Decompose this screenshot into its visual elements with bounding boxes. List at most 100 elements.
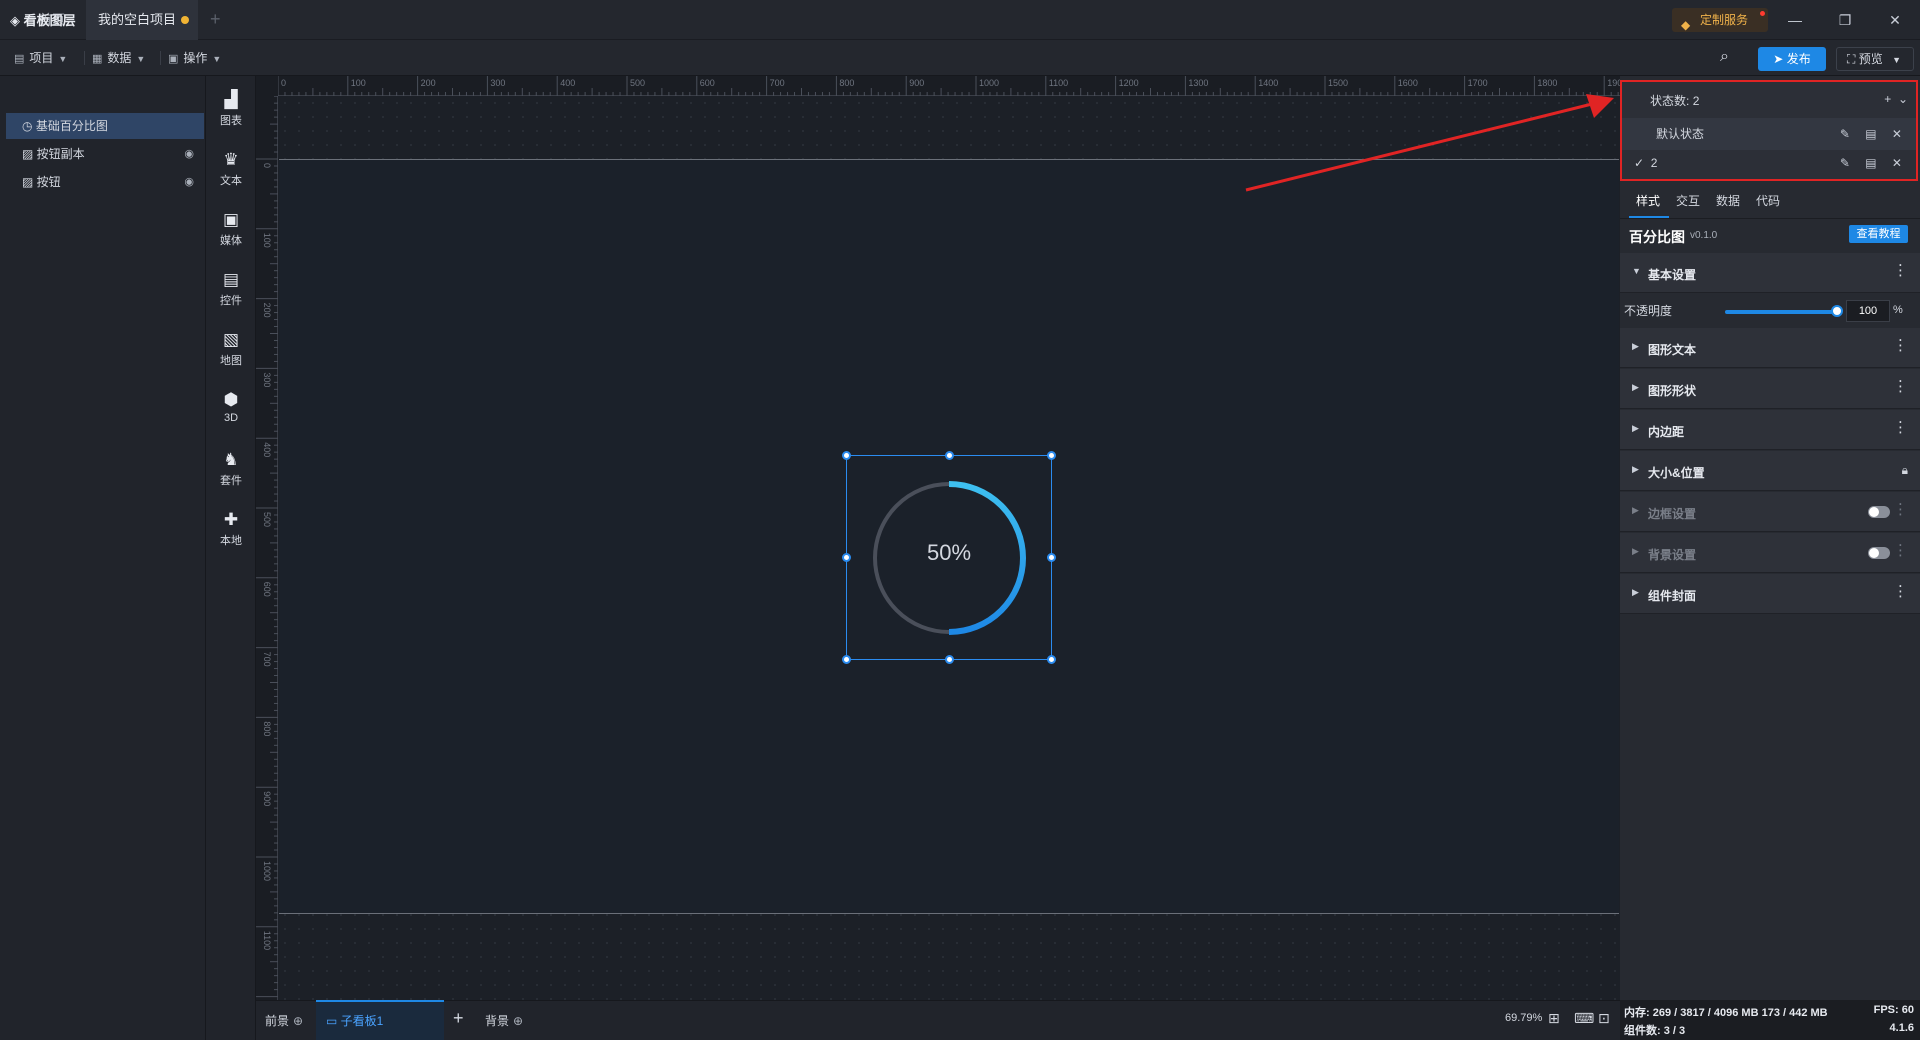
section-size-position[interactable]: ▶ 大小&位置 🔒︎ xyxy=(1620,451,1920,491)
add-board-icon[interactable]: + xyxy=(453,1008,464,1029)
state-row-2[interactable]: ✓ 2 ✎ ▤ ✕ xyxy=(1622,156,1916,170)
menu-operation[interactable]: ▣ 操作 ▼ xyxy=(168,48,221,68)
tab-data[interactable]: 数据 xyxy=(1716,192,1740,209)
fps-label: FPS: xyxy=(1873,1004,1899,1016)
section-padding[interactable]: ▶ 内边距 ⋮ xyxy=(1620,410,1920,450)
opacity-slider-handle[interactable] xyxy=(1831,305,1843,317)
section-background[interactable]: ▶ 背景设置 ⋮ xyxy=(1620,533,1920,573)
cube-icon: ⬢ xyxy=(223,390,239,409)
tutorial-button[interactable]: 查看教程 xyxy=(1849,225,1908,243)
publish-label: 发布 xyxy=(1786,52,1811,66)
caret-right-icon: ▶ xyxy=(1632,464,1639,474)
search-icon[interactable]: ⌕ xyxy=(1720,48,1729,66)
border-toggle[interactable] xyxy=(1868,506,1890,518)
component-chart[interactable]: ▟ 图表 xyxy=(206,88,256,134)
more-icon[interactable]: ⋮ xyxy=(1893,543,1908,558)
tab-background[interactable]: 背景 ⊕ xyxy=(485,1012,523,1029)
section-border[interactable]: ▶ 边框设置 ⋮ xyxy=(1620,492,1920,532)
ruler-label: 100 xyxy=(262,233,272,248)
opacity-input[interactable]: 100 xyxy=(1846,300,1890,322)
fps-status: FPS: 60 xyxy=(1874,1004,1914,1016)
more-icon[interactable]: ⋮ xyxy=(1893,338,1908,353)
component-3d[interactable]: ⬢ 3D xyxy=(206,388,256,434)
ruler-label: 1100 xyxy=(1049,78,1068,88)
layer-label: 按钮副本 xyxy=(36,147,85,161)
add-tab-icon[interactable]: + xyxy=(210,9,221,30)
ruler-label: 1900 xyxy=(1607,78,1620,88)
more-icon[interactable]: ⋮ xyxy=(1893,420,1908,435)
lock-icon[interactable]: 🔒︎ xyxy=(1902,463,1908,478)
state-actions-icon[interactable]: ✎ ▤ ✕ xyxy=(1840,156,1908,170)
puzzle-icon: ✚ xyxy=(223,510,239,529)
component-text[interactable]: ♛ 文本 xyxy=(206,148,256,194)
terminal-icon[interactable]: ⊡ xyxy=(1598,1010,1610,1027)
add-state-icon[interactable]: + ⌄ xyxy=(1884,92,1908,106)
background-toggle[interactable] xyxy=(1868,547,1890,559)
ruler-label: 800 xyxy=(839,78,854,88)
zoom-level[interactable]: 69.79% xyxy=(1505,1012,1542,1024)
ruler-label: 800 xyxy=(262,721,272,736)
opacity-slider[interactable] xyxy=(1725,310,1837,314)
map-icon: ▧ xyxy=(222,330,240,349)
component-local[interactable]: ✚ 本地 xyxy=(206,508,256,554)
more-icon[interactable]: ⋮ xyxy=(1893,502,1908,517)
divider xyxy=(160,51,161,65)
keyboard-icon[interactable]: ⌨ xyxy=(1574,1010,1594,1027)
component-media[interactable]: ▣ 媒体 xyxy=(206,208,256,254)
restore-icon[interactable]: ❐ xyxy=(1835,10,1855,30)
more-icon[interactable]: ⋮ xyxy=(1893,584,1908,599)
tab-foreground[interactable]: 前景 ⊕ xyxy=(265,1012,303,1029)
section-cover[interactable]: ▶ 组件封面 ⋮ xyxy=(1620,574,1920,614)
minimize-icon[interactable]: — xyxy=(1785,10,1805,30)
caret-right-icon: ▶ xyxy=(1632,382,1639,392)
media-icon: ▣ xyxy=(222,210,240,229)
count-value: 3 / 3 xyxy=(1663,1025,1686,1037)
menu-data[interactable]: ▦ 数据 ▼ xyxy=(92,48,145,68)
ruler-label: 1600 xyxy=(1398,78,1418,88)
add-circle-icon[interactable]: ⊕ xyxy=(293,1014,303,1028)
layer-label: 按钮 xyxy=(36,175,61,189)
section-label: 大小&位置 xyxy=(1648,466,1705,480)
section-graphic-text[interactable]: ▶ 图形文本 ⋮ xyxy=(1620,328,1920,368)
tab-sub-board[interactable]: ▭ 子看板1 xyxy=(316,1000,444,1040)
tab-style[interactable]: 样式 xyxy=(1636,192,1660,209)
tab-code[interactable]: 代码 xyxy=(1756,192,1780,209)
ruler-label: 1800 xyxy=(1537,78,1557,88)
gauge-value: 50% xyxy=(926,540,972,565)
more-icon[interactable]: ⋮ xyxy=(1893,379,1908,394)
custom-service-button[interactable]: ◆ 定制服务 xyxy=(1672,8,1768,32)
bar-chart-icon: ▟ xyxy=(224,90,238,109)
component-label: 3D xyxy=(223,412,239,424)
menu-project[interactable]: ▤ 项目 ▼ xyxy=(14,48,67,68)
state-actions-icon[interactable]: ✎ ▤ ✕ xyxy=(1840,118,1908,150)
component-map[interactable]: ▧ 地图 xyxy=(206,328,256,374)
app-version: 4.1.6 xyxy=(1889,1022,1914,1034)
ruler-corner xyxy=(256,76,278,96)
eye-hidden-icon[interactable]: ◉ xyxy=(184,141,194,167)
close-window-icon[interactable]: ✕ xyxy=(1885,10,1905,30)
state-panel: 状态数: 2 + ⌄ 默认状态 ✎ ▤ ✕ ✓ 2 ✎ ▤ ✕ xyxy=(1620,80,1918,181)
layer-item[interactable]: ▨ 按钮 ◉ xyxy=(6,169,204,195)
state-row-default[interactable]: 默认状态 ✎ ▤ ✕ xyxy=(1622,118,1916,150)
tab-interaction[interactable]: 交互 xyxy=(1676,192,1700,209)
layer-item[interactable]: ▨ 按钮副本 ◉ xyxy=(6,141,204,167)
component-control[interactable]: ▤ 控件 xyxy=(206,268,256,314)
caret-right-icon: ▶ xyxy=(1632,341,1639,351)
section-basic[interactable]: ▼ 基本设置 ⋮ xyxy=(1620,253,1920,293)
preview-label: 预览 xyxy=(1858,52,1883,66)
fit-screen-icon[interactable]: ⊞ xyxy=(1548,1010,1560,1027)
memory-value: 269 / 3817 / 4096 MB 173 / 442 MB xyxy=(1652,1007,1828,1019)
divider xyxy=(84,51,85,65)
preview-button[interactable]: ⛶ 预览 ▼ xyxy=(1836,47,1914,71)
database-icon: ▦ xyxy=(92,53,103,65)
component-kit[interactable]: ♞ 套件 xyxy=(206,448,256,494)
ruler-label: 400 xyxy=(262,442,272,457)
more-icon[interactable]: ⋮ xyxy=(1893,263,1908,278)
add-circle-icon[interactable]: ⊕ xyxy=(513,1014,523,1028)
chevron-down-icon: ▼ xyxy=(1892,55,1902,65)
section-graphic-shape[interactable]: ▶ 图形形状 ⋮ xyxy=(1620,369,1920,409)
publish-button[interactable]: ➤ 发布 xyxy=(1758,47,1826,71)
eye-hidden-icon[interactable]: ◉ xyxy=(184,169,194,195)
layer-item[interactable]: ◷ 基础百分比图 xyxy=(6,113,204,139)
ruler-label: 900 xyxy=(909,78,924,88)
